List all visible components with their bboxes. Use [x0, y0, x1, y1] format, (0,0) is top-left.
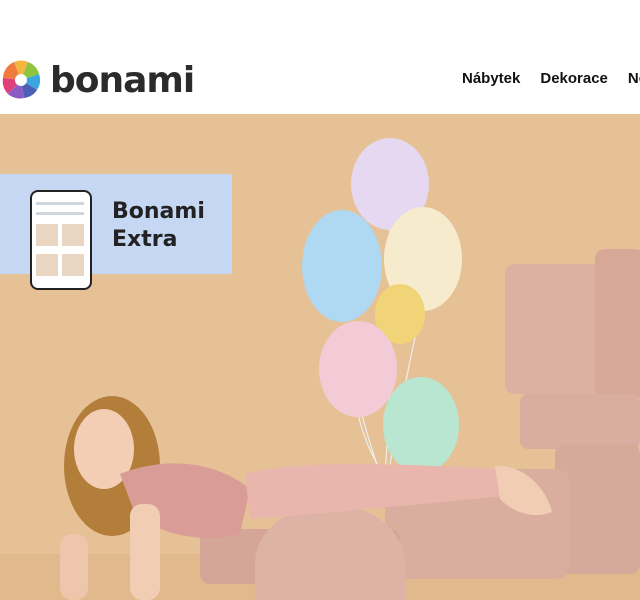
main-nav: Nábytek Dekorace Nov [462, 70, 640, 87]
nav-item-decor[interactable]: Dekorace [540, 70, 608, 87]
nav-item-furniture[interactable]: Nábytek [462, 70, 520, 87]
logo-wordmark: bonami [50, 59, 195, 101]
phone-mockup [30, 190, 92, 290]
promo-title-line-1: Bonami [112, 199, 205, 224]
bonami-logo-icon [2, 60, 41, 99]
promo-title-line-2: Extra [112, 227, 178, 252]
bonami-logo[interactable]: bonami [0, 58, 195, 102]
site-header: bonami Nábytek Dekorace Nov [0, 0, 640, 114]
promo-title: Bonami Extra [112, 198, 205, 254]
bonami-extra-promo[interactable]: Bonami Extra [0, 174, 232, 290]
nav-item-new[interactable]: Nov [628, 70, 640, 87]
hero-banner[interactable]: Bonami Extra [0, 114, 640, 600]
